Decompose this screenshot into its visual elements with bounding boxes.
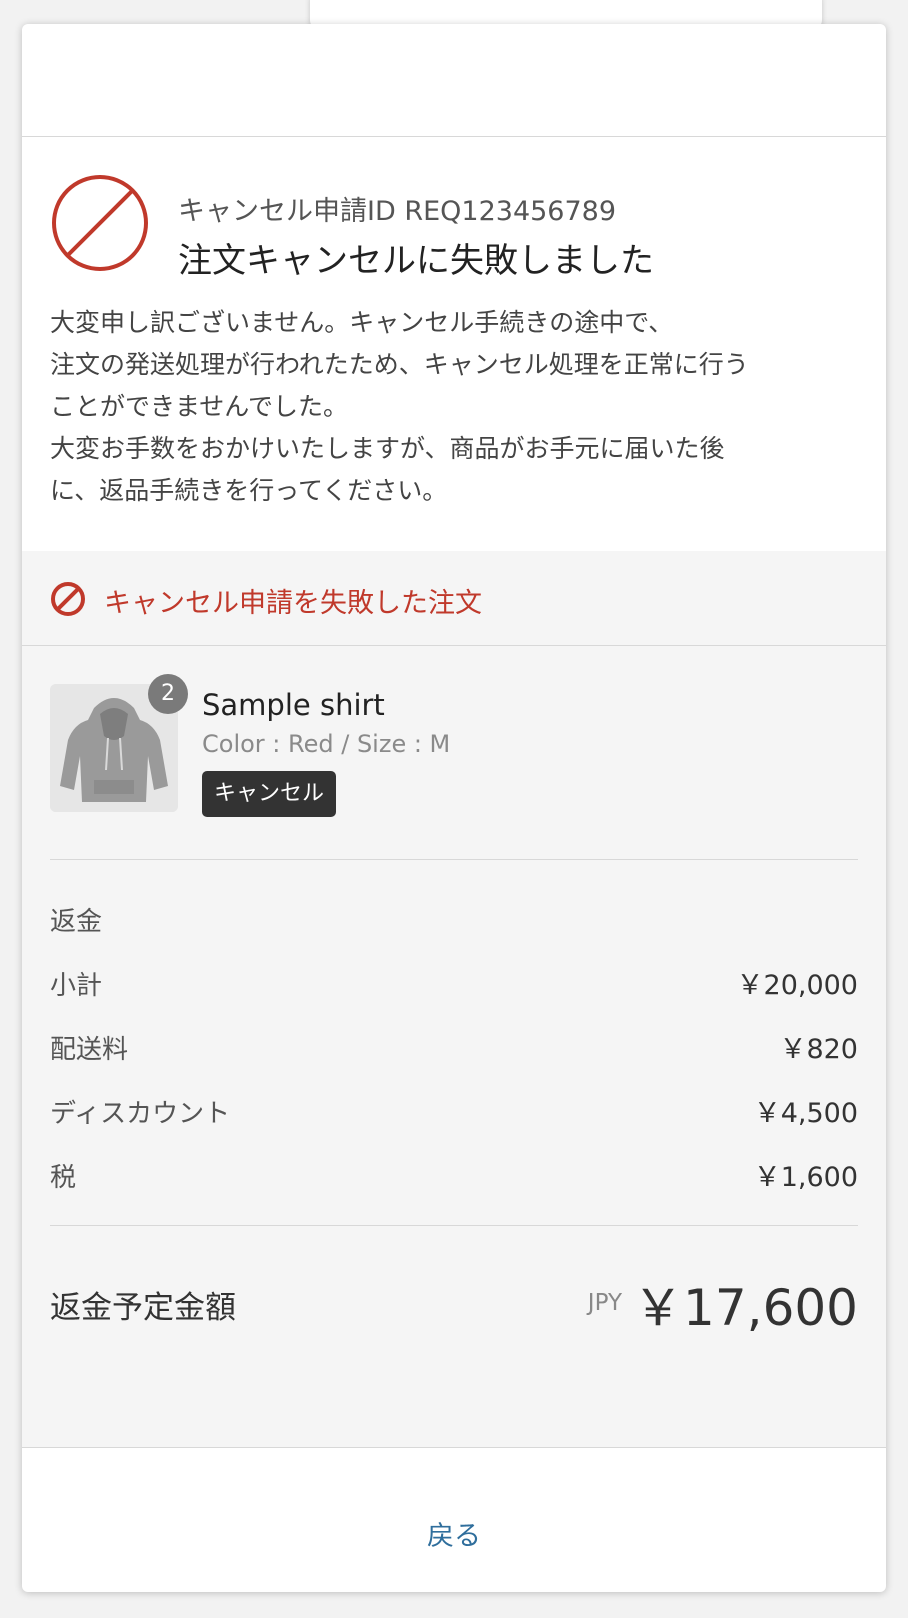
failed-order-header: キャンセル申請を失敗した注文 (22, 551, 886, 646)
prohibited-small-icon (51, 582, 85, 616)
quantity-badge: 2 (148, 674, 188, 714)
refund-row: 税 ￥1,600 (50, 1146, 858, 1210)
refund-row-label: 税 (50, 1163, 77, 1193)
order-item: 2 Sample shirt Color : Red / Size : M キャ… (50, 646, 858, 860)
refund-row-label: ディスカウント (50, 1099, 231, 1129)
failed-order-section: キャンセル申請を失敗した注文 2 Sample shirt Color : Re… (22, 551, 886, 1447)
refund-row: ディスカウント ￥4,500 (50, 1082, 858, 1146)
refund-row-amount: ￥20,000 (736, 970, 858, 1001)
card-footer: 戻る (22, 1447, 886, 1592)
refund-row-amount: ￥1,600 (753, 1162, 858, 1193)
refund-heading: 返金 (50, 907, 103, 937)
page-title: 注文キャンセルに失敗しました (178, 241, 654, 281)
message-line: 大変お手数をおかけいたしますが、商品がお手元に届いた後 (50, 434, 725, 463)
currency-code: JPY (587, 1290, 622, 1316)
prohibited-icon (52, 175, 148, 271)
product-name: Sample shirt (202, 688, 385, 722)
message-line: 大変申し訳ございません。キャンセル手続きの途中で、 (50, 308, 674, 337)
refund-row: 配送料 ￥820 (50, 1018, 858, 1082)
refund-row-amount: ￥4,500 (753, 1098, 858, 1129)
product-variant: Color : Red / Size : M (202, 730, 451, 758)
status-block: キャンセル申請ID REQ123456789 注文キャンセルに失敗しました (22, 137, 886, 302)
cancel-status-badge: キャンセル (202, 771, 337, 817)
refund-heading-row: 返金 (50, 890, 858, 954)
message-line: に、返品手続きを行ってください。 (50, 476, 448, 505)
cancel-result-card: キャンセル申請ID REQ123456789 注文キャンセルに失敗しました 大変… (22, 24, 886, 1592)
refund-row-label: 配送料 (50, 1035, 129, 1065)
message-line: ことができませんでした。 (50, 392, 349, 421)
refund-breakdown: 返金 小計 ￥20,000 配送料 ￥820 ディスカウント ￥4,500 税 … (50, 860, 858, 1226)
refund-row-label: 小計 (50, 971, 103, 1001)
refund-row-amount: ￥820 (779, 1034, 858, 1065)
error-message: 大変申し訳ございません。キャンセル手続きの途中で、 注文の発送処理が行われたため… (22, 302, 886, 531)
refund-row: 小計 ￥20,000 (50, 954, 858, 1018)
refund-total: 返金予定金額 JPY ￥17,600 (50, 1226, 858, 1379)
back-link[interactable]: 戻る (427, 1514, 481, 1553)
cancel-request-id: キャンセル申請ID REQ123456789 (178, 196, 617, 227)
failed-order-title: キャンセル申請を失敗した注文 (104, 588, 482, 619)
refund-total-label: 返金予定金額 (50, 1290, 236, 1326)
card-header (22, 24, 886, 137)
refund-total-amount: ￥17,600 (633, 1279, 858, 1337)
message-line: 注文の発送処理が行われたため、キャンセル処理を正常に行う (50, 350, 749, 379)
